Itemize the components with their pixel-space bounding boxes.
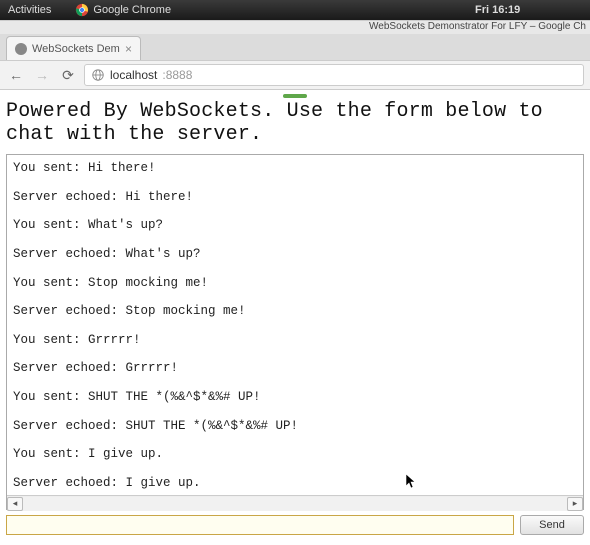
globe-icon	[91, 68, 105, 82]
horizontal-scrollbar[interactable]: ◂ ▸	[7, 495, 583, 511]
back-button[interactable]: ←	[6, 65, 26, 85]
chat-message: You sent: Grrrrr!	[13, 333, 577, 349]
chat-box: You sent: Hi there! Server echoed: Hi the…	[6, 154, 584, 510]
chat-message: Server echoed: Hi there!	[13, 190, 577, 206]
page-heading: Powered By WebSockets. Use the form belo…	[6, 100, 584, 146]
url-host: localhost	[110, 68, 157, 82]
chat-message: Server echoed: What's up?	[13, 247, 577, 263]
input-row: Send	[6, 515, 584, 535]
reload-button[interactable]: ⟳	[58, 65, 78, 85]
message-input[interactable]	[6, 515, 514, 535]
address-bar[interactable]: localhost :8888	[84, 64, 584, 86]
scroll-right-button[interactable]: ▸	[567, 497, 583, 511]
clock[interactable]: Fri 16:19	[475, 4, 520, 16]
gnome-topbar: Activities Google Chrome Fri 16:19	[0, 0, 590, 20]
scroll-track[interactable]	[23, 497, 567, 511]
status-indicator	[283, 94, 307, 98]
chat-message: Server echoed: Stop mocking me!	[13, 304, 577, 320]
chat-message: You sent: What's up?	[13, 218, 577, 234]
tab-title: WebSockets Demonstrato	[32, 43, 120, 55]
activities-button[interactable]: Activities	[8, 4, 51, 16]
favicon-icon	[15, 43, 27, 55]
page-content: Powered By WebSockets. Use the form belo…	[0, 90, 590, 541]
scroll-left-button[interactable]: ◂	[7, 497, 23, 511]
close-tab-icon[interactable]: ×	[125, 42, 132, 56]
chat-message: You sent: Hi there!	[13, 161, 577, 177]
browser-tab[interactable]: WebSockets Demonstrato ×	[6, 36, 141, 60]
window-titlebar: WebSockets Demonstrator For LFY – Google…	[0, 20, 590, 34]
chat-message: Server echoed: I give up.	[13, 476, 577, 492]
active-app-indicator[interactable]: Google Chrome	[75, 3, 171, 17]
tab-strip: WebSockets Demonstrato ×	[0, 34, 590, 60]
chat-message: Server echoed: Grrrrr!	[13, 361, 577, 377]
chrome-icon	[75, 3, 89, 17]
chat-message: You sent: SHUT THE *(%&^$*&%# UP!	[13, 390, 577, 406]
send-button[interactable]: Send	[520, 515, 584, 535]
chat-message: You sent: I give up.	[13, 447, 577, 463]
chat-message: Server echoed: SHUT THE *(%&^$*&%# UP!	[13, 419, 577, 435]
browser-toolbar: ← → ⟳ localhost :8888	[0, 60, 590, 90]
app-label: Google Chrome	[93, 4, 171, 16]
chat-message: You sent: Stop mocking me!	[13, 276, 577, 292]
chat-log[interactable]: You sent: Hi there! Server echoed: Hi the…	[7, 155, 583, 495]
forward-button[interactable]: →	[32, 65, 52, 85]
url-port: :8888	[162, 68, 192, 82]
